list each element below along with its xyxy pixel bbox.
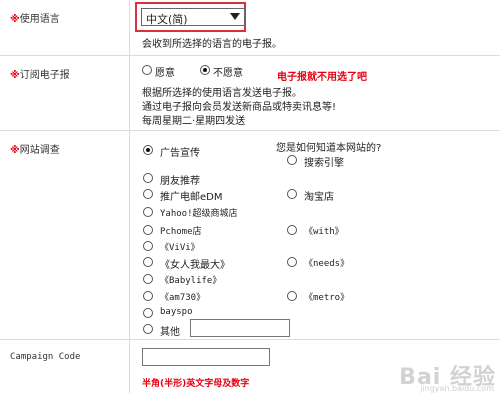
required-mark: ※ xyxy=(10,145,20,156)
survey-pchome-radio[interactable] xyxy=(143,225,153,235)
survey-label: ※网站调查 xyxy=(10,141,60,156)
survey-question: 您是如何知道本网站的? xyxy=(276,143,382,154)
survey-babylife-label[interactable]: 《Babylife》 xyxy=(160,273,221,286)
required-mark: ※ xyxy=(10,14,20,25)
campaign-hint: 半角(半形)英文字母及数字 xyxy=(142,379,250,389)
survey-other-input[interactable] xyxy=(190,319,290,337)
language-label: ※使用语言 xyxy=(10,10,60,25)
campaign-code-input[interactable] xyxy=(142,348,270,366)
newsletter-desc-3: 每周星期二·星期四发送 xyxy=(142,116,246,127)
survey-needs-radio[interactable] xyxy=(287,257,297,267)
language-label-text: 使用语言 xyxy=(19,14,60,25)
survey-am730-label[interactable]: 《am730》 xyxy=(160,290,205,303)
newsletter-yes-label[interactable]: 愿意 xyxy=(155,64,175,79)
survey-friend-label[interactable]: 朋友推荐 xyxy=(160,172,200,187)
survey-taobao-radio[interactable] xyxy=(287,189,297,199)
newsletter-desc-2: 通过电子报向会员发送新商品或特卖讯息等! xyxy=(142,102,337,113)
survey-pchome-label[interactable]: Pchome店 xyxy=(160,224,202,237)
newsletter-row: ※订阅电子报 愿意 不愿意 电子报就不用选了吧 根据所选择的使用语言发送电子报。… xyxy=(0,56,500,131)
newsletter-annotation: 电子报就不用选了吧 xyxy=(277,72,367,83)
language-select-value: 中文(简) xyxy=(146,13,188,26)
survey-with-radio[interactable] xyxy=(287,225,297,235)
survey-yahoo-radio[interactable] xyxy=(143,207,153,217)
survey-dm-radio[interactable] xyxy=(143,189,153,199)
language-label-cell: ※使用语言 xyxy=(0,0,130,55)
newsletter-desc-1: 根据所选择的使用语言发送电子报。 xyxy=(142,88,302,99)
required-mark: ※ xyxy=(10,70,20,81)
survey-needs-label[interactable]: 《needs》 xyxy=(304,256,349,269)
newsletter-no-label[interactable]: 不愿意 xyxy=(213,64,243,79)
survey-search-label[interactable]: 搜索引擎 xyxy=(304,154,344,169)
survey-am730-radio[interactable] xyxy=(143,291,153,301)
survey-label-cell: ※网站调查 xyxy=(0,131,130,339)
survey-ad-radio[interactable] xyxy=(143,145,153,155)
newsletter-yes-radio[interactable] xyxy=(142,65,152,75)
survey-row: ※网站调查 您是如何知道本网站的? 广告宣传 搜索引擎 朋友推荐 推广电邮eDM… xyxy=(0,131,500,340)
survey-other-radio[interactable] xyxy=(143,324,153,334)
survey-bayspo-radio[interactable] xyxy=(143,308,153,318)
survey-vivi-radio[interactable] xyxy=(143,241,153,251)
newsletter-label: ※订阅电子报 xyxy=(10,66,70,81)
survey-yahoo-label[interactable]: Yahoo!超级商城店 xyxy=(160,206,238,219)
survey-label-text: 网站调查 xyxy=(19,145,60,156)
chevron-down-icon xyxy=(230,13,240,20)
survey-search-radio[interactable] xyxy=(287,155,297,165)
language-row: ※使用语言 中文(简) 会收到所选择的语言的电子报。 xyxy=(0,0,500,56)
survey-ad-label[interactable]: 广告宣传 xyxy=(160,144,200,159)
newsletter-label-text: 订阅电子报 xyxy=(19,70,70,81)
campaign-label: Campaign Code xyxy=(10,352,81,362)
survey-dm-label[interactable]: 推广电邮eDM xyxy=(160,188,222,203)
survey-friend-radio[interactable] xyxy=(143,173,153,183)
watermark-url: jingyan.baidu.com xyxy=(420,384,494,393)
survey-with-label[interactable]: 《with》 xyxy=(304,224,344,237)
survey-metro-label[interactable]: 《metro》 xyxy=(304,290,349,303)
survey-vivi-label[interactable]: 《ViVi》 xyxy=(160,240,200,253)
survey-other-label[interactable]: 其他 xyxy=(160,323,180,338)
survey-taobao-label[interactable]: 淘宝店 xyxy=(304,188,334,203)
survey-bayspo-label[interactable]: bayspo xyxy=(160,307,193,317)
language-note: 会收到所选择的语言的电子报。 xyxy=(142,39,282,50)
survey-babylife-radio[interactable] xyxy=(143,274,153,284)
survey-metro-radio[interactable] xyxy=(287,291,297,301)
newsletter-label-cell: ※订阅电子报 xyxy=(0,56,130,130)
language-select[interactable]: 中文(简) xyxy=(141,8,245,26)
campaign-label-cell: Campaign Code xyxy=(0,340,130,393)
survey-woman-label[interactable]: 《女人我最大》 xyxy=(160,256,230,271)
survey-woman-radio[interactable] xyxy=(143,257,153,267)
newsletter-no-radio[interactable] xyxy=(200,65,210,75)
